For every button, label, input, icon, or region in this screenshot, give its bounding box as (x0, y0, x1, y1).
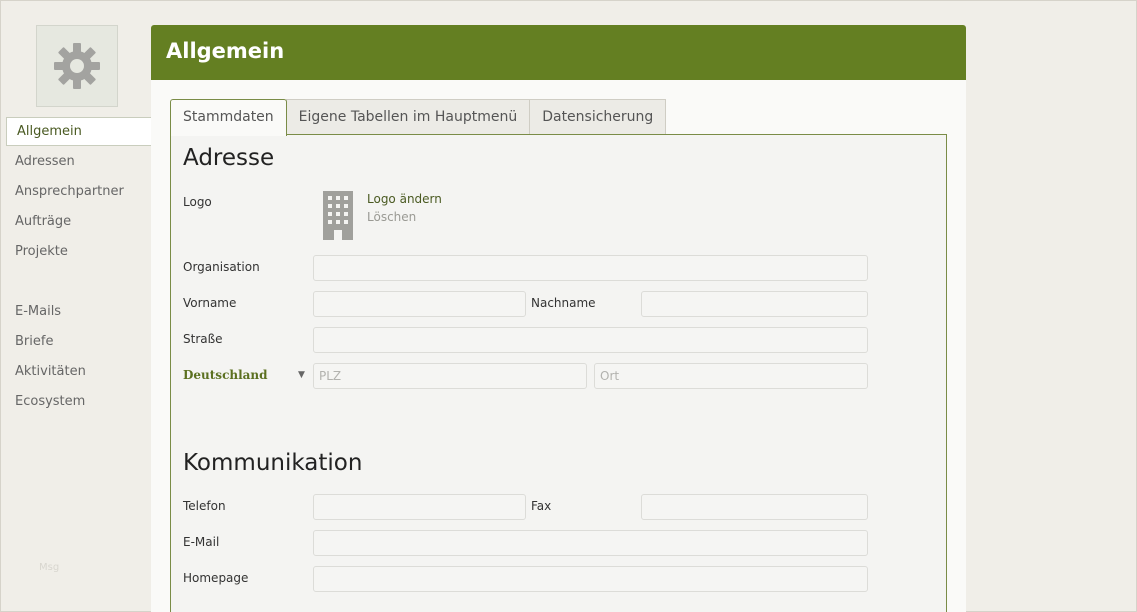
organisation-label: Organisation (183, 260, 260, 274)
main-panel: Allgemein Stammdaten Eigene Tabellen im … (151, 25, 966, 612)
sidebar-nav: Allgemein Adressen Ansprechpartner Auftr… (1, 117, 167, 417)
sidebar-item-auftraege[interactable]: Aufträge (1, 207, 166, 237)
organisation-field[interactable] (313, 255, 868, 281)
nachname-field[interactable] (641, 291, 868, 317)
sidebar-item-label: Adressen (15, 154, 75, 169)
sidebar-item-briefe[interactable]: Briefe (1, 327, 166, 357)
strasse-label: Straße (183, 332, 223, 346)
sidebar-item-label: Allgemein (17, 124, 82, 139)
stammdaten-form: Adresse Logo Logo ändern Löschen Organis… (170, 134, 947, 612)
sidebar-item-label: Aktivitäten (15, 364, 86, 379)
sidebar-item-projekte[interactable]: Projekte (1, 237, 166, 267)
building-icon (323, 191, 353, 240)
sidebar-item-ansprechpartner[interactable]: Ansprechpartner (1, 177, 166, 207)
vorname-label: Vorname (183, 296, 237, 310)
tab-stammdaten[interactable]: Stammdaten (170, 99, 287, 136)
section-title-adresse: Adresse (183, 145, 275, 171)
strasse-field[interactable] (313, 327, 868, 353)
email-field[interactable] (313, 530, 868, 556)
sidebar-item-label: Ecosystem (15, 394, 86, 409)
tab-datensicherung[interactable]: Datensicherung (529, 99, 667, 135)
sidebar-footer-text: Msg (39, 562, 60, 573)
page-title: Allgemein (151, 25, 966, 80)
fax-label: Fax (531, 499, 552, 513)
email-label: E-Mail (183, 535, 220, 549)
sidebar-item-label: E-Mails (15, 304, 62, 319)
sidebar-item-emails[interactable]: E-Mails (1, 297, 166, 327)
homepage-field[interactable] (313, 566, 868, 592)
sidebar-item-adressen[interactable]: Adressen (1, 147, 166, 177)
gear-icon (54, 43, 100, 89)
country-select[interactable]: Deutschland (183, 368, 268, 382)
ort-field[interactable] (594, 363, 868, 389)
settings-gear-icon-box (36, 25, 118, 107)
sidebar-item-label: Briefe (15, 334, 54, 349)
fax-field[interactable] (641, 494, 868, 520)
telefon-label: Telefon (183, 499, 226, 513)
tab-bar: Stammdaten Eigene Tabellen im Hauptmenü … (170, 99, 667, 136)
logo-label: Logo (183, 195, 212, 209)
delete-logo-link[interactable]: Löschen (367, 210, 416, 224)
sidebar-item-label: Aufträge (15, 214, 72, 229)
chevron-down-icon[interactable]: ▼ (298, 370, 305, 380)
sidebar-item-label: Ansprechpartner (15, 184, 124, 199)
vorname-field[interactable] (313, 291, 526, 317)
plz-field[interactable] (313, 363, 587, 389)
tab-eigene-tabellen[interactable]: Eigene Tabellen im Hauptmenü (285, 99, 531, 135)
homepage-label: Homepage (183, 571, 249, 585)
sidebar-item-label: Projekte (15, 244, 68, 259)
sidebar-item-aktivitaeten[interactable]: Aktivitäten (1, 357, 166, 387)
sidebar-item-ecosystem[interactable]: Ecosystem (1, 387, 166, 417)
section-title-kommunikation: Kommunikation (183, 450, 363, 476)
change-logo-link[interactable]: Logo ändern (367, 192, 442, 206)
telefon-field[interactable] (313, 494, 526, 520)
nachname-label: Nachname (531, 296, 596, 310)
sidebar-item-allgemein[interactable]: Allgemein (6, 117, 167, 146)
